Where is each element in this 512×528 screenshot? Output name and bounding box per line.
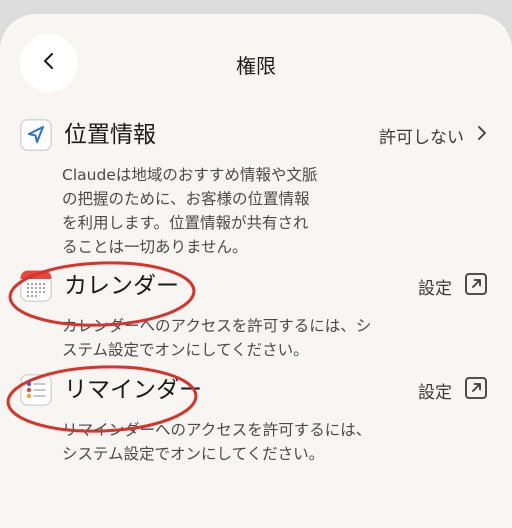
permission-row-location: 位置情報 許可しない Claudeは地域のおすすめ情報や文脈 の把握のために、お… <box>20 119 488 256</box>
permission-title-calendar: カレンダー <box>64 273 179 299</box>
permission-title-reminders: リマインダー <box>64 377 202 403</box>
external-link-icon <box>464 376 488 405</box>
calendar-settings-label: 設定 <box>418 278 452 299</box>
permission-desc-location-line-2: の把握のために、お客様の位置情報 <box>62 190 310 208</box>
calendar-icon <box>20 270 52 302</box>
location-permission-value: 許可しない <box>379 127 464 148</box>
permission-desc-location-line-1: Claudeは地域のおすすめ情報や文脈 <box>62 166 318 184</box>
reminders-settings-label: 設定 <box>418 382 452 403</box>
permission-desc-calendar-line-1: カレンダーへのアクセスを許可するには、シ <box>62 317 372 335</box>
permission-desc-calendar-line-2: ステム設定でオンにしてください。 <box>62 341 309 359</box>
permission-row-reminders: リマインダー 設定 リマインダーへのアクセスを許可するには、 システム設定でオン… <box>20 374 488 463</box>
permission-desc-reminders-line-2: システム設定でオンにしてください。 <box>62 445 325 463</box>
permission-desc-location-line-4: ることは一切ありません。 <box>62 238 248 256</box>
reminders-list-icon <box>20 374 52 406</box>
permission-desc-location-line-3: を利用します。位置情報が共有され <box>62 214 309 232</box>
reminders-settings-button[interactable]: 設定 <box>418 374 488 406</box>
permission-title-location: 位置情報 <box>64 122 156 148</box>
external-link-icon <box>464 272 488 301</box>
calendar-settings-button[interactable]: 設定 <box>418 270 488 302</box>
location-permission-selector[interactable]: 許可しない <box>379 119 488 151</box>
chevron-right-icon <box>476 124 488 147</box>
location-arrow-icon <box>20 119 52 151</box>
permission-row-calendar: カレンダー 設定 カレンダーへのアクセスを許可するには、シ ステム設定でオンにし… <box>20 270 488 359</box>
permission-desc-reminders-line-1: リマインダーへのアクセスを許可するには、 <box>62 421 372 439</box>
page-title: 権限 <box>236 54 276 78</box>
permissions-sheet: 権限 位置情報 許可しない Claudeは地域のおすすめ情報や文脈 の把握のため… <box>0 14 512 528</box>
